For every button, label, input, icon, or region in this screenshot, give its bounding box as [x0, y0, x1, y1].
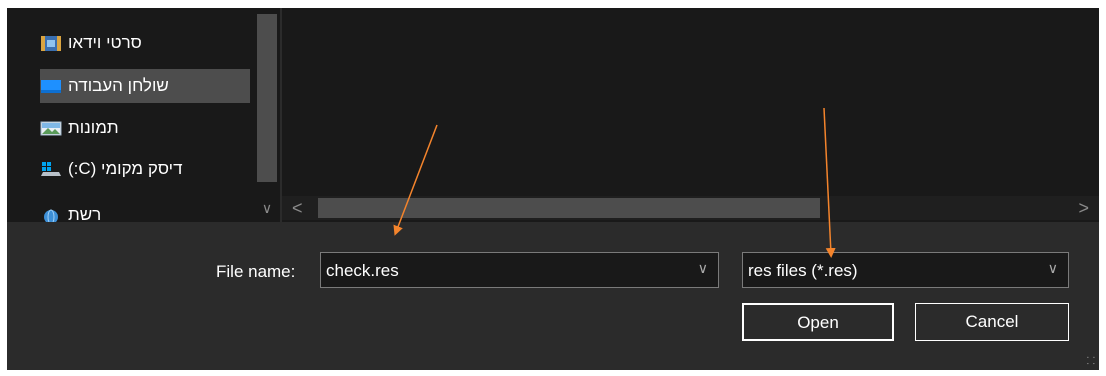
- pictures-folder-icon: [40, 119, 62, 137]
- local-disk-icon: [40, 160, 62, 178]
- horizontal-scrollbar[interactable]: < >: [282, 196, 1099, 220]
- navigation-pane: סרטי וידאו שולחן העבודה תמונות דיסק מקומ…: [7, 8, 279, 225]
- file-name-label: File name:: [216, 262, 296, 281]
- file-type-value[interactable]: res files (*.res): [748, 261, 858, 281]
- file-name-value[interactable]: check.res: [326, 261, 399, 281]
- scroll-left-icon[interactable]: <: [292, 198, 303, 219]
- nav-item-label: סרטי וידאו: [68, 33, 142, 52]
- file-type-combobox[interactable]: res files (*.res) ∨: [742, 252, 1069, 288]
- chevron-down-icon[interactable]: ∨: [698, 260, 708, 277]
- nav-item-desktop[interactable]: שולחן העבודה: [40, 69, 250, 103]
- scroll-right-icon[interactable]: >: [1078, 198, 1089, 219]
- nav-item-label: דיסק מקומי (C:): [68, 159, 183, 178]
- nav-item-label: תמונות: [68, 118, 119, 137]
- chevron-down-icon[interactable]: ∨: [1048, 260, 1058, 277]
- nav-item-videos[interactable]: סרטי וידאו: [40, 26, 250, 60]
- videos-folder-icon: [40, 34, 62, 52]
- nav-scroll-down-icon[interactable]: ∨: [257, 200, 277, 216]
- nav-scrollbar-thumb[interactable]: [257, 14, 277, 182]
- nav-item-local-disk[interactable]: דיסק מקומי (C:): [40, 152, 250, 186]
- resize-grip-icon[interactable]: ⸬: [1087, 357, 1095, 367]
- horizontal-scrollbar-thumb[interactable]: [318, 198, 820, 218]
- nav-item-pictures[interactable]: תמונות: [40, 111, 250, 145]
- file-name-combobox[interactable]: check.res ∨: [320, 252, 719, 288]
- file-list-pane[interactable]: < >: [282, 8, 1099, 222]
- save-dialog: סרטי וידאו שולחן העבודה תמונות דיסק מקומ…: [7, 8, 1099, 370]
- nav-item-label: שולחן העבודה: [68, 76, 169, 95]
- cancel-button[interactable]: Cancel: [915, 303, 1069, 341]
- open-button[interactable]: Open: [742, 303, 894, 341]
- desktop-folder-icon: [40, 77, 62, 95]
- dialog-footer: File name: check.res ∨ res files (*.res)…: [7, 222, 1099, 370]
